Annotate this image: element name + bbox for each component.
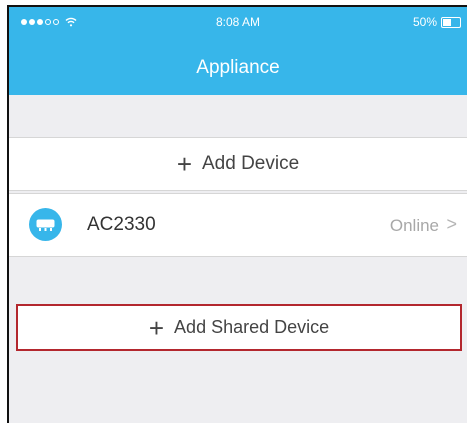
app-header: 8:08 AM 50% Appliance [9,7,467,95]
air-conditioner-icon [29,208,62,241]
battery-indicator: 50% [413,15,461,29]
battery-percent: 50% [412,15,437,29]
device-list-item[interactable]: AC2330 Online > [9,193,467,257]
plus-icon: + [176,149,192,179]
page-title: Appliance [196,57,280,78]
device-name: AC2330 [87,214,156,235]
battery-icon [441,16,461,28]
status-time: 8:08 AM [215,15,261,29]
add-shared-device-button[interactable]: + Add Shared Device [16,304,462,351]
status-bar: 8:08 AM 50% [9,7,467,37]
add-shared-device-label: Add Shared Device [174,317,330,337]
add-device-button[interactable]: + Add Device [9,137,467,191]
plus-icon: + [148,312,165,343]
device-status: Online [389,216,439,235]
add-device-label: Add Device [202,153,300,174]
phone-screen: 8:08 AM 50% Appliance + Add Device AC233 [7,5,467,423]
chevron-right-icon: > [446,214,457,234]
